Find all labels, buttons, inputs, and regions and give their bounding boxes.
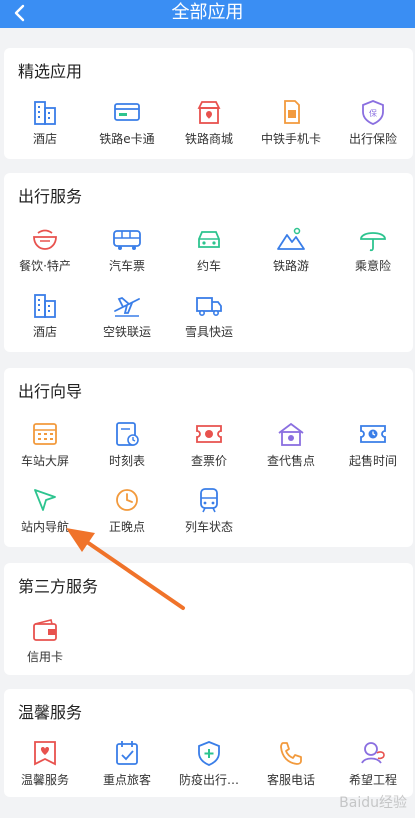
app-item-sim-card[interactable]: 中铁手机卡: [250, 98, 332, 152]
app-item-label: 防疫出行…: [178, 773, 239, 787]
app-item-delay-status[interactable]: 正晚点: [86, 486, 168, 540]
page-title: 全部应用: [171, 2, 244, 23]
section-title: 精选应用: [18, 62, 83, 81]
app-item-label: 铁路游: [272, 259, 309, 273]
section-title: 出行向导: [18, 382, 83, 401]
sale-time-icon: [357, 420, 389, 448]
app-item-label: 列车状态: [184, 520, 233, 534]
app-item-station-screen[interactable]: 车站大屏: [4, 420, 86, 474]
mountain-icon: [275, 225, 307, 253]
app-item-ski-delivery[interactable]: 雪具快运: [168, 291, 250, 345]
clock-icon: [111, 486, 143, 514]
timetable-icon: [111, 420, 143, 448]
shield-plus-icon: [193, 739, 225, 767]
shop-icon: [193, 98, 225, 126]
app-item-key-passenger[interactable]: 重点旅客: [86, 739, 168, 793]
truck-icon: [193, 291, 225, 319]
watermark: Baidu经验: [339, 795, 407, 811]
app-item-label: 中铁手机卡: [260, 132, 321, 146]
app-item-travel-insurance[interactable]: 乘意险: [332, 225, 414, 279]
sim-card-icon: [275, 98, 307, 126]
calendar-check-icon: [111, 739, 143, 767]
app-item-label: 酒店: [32, 132, 57, 146]
bus-icon: [111, 225, 143, 253]
app-item-credit-card[interactable]: 信用卡: [4, 616, 86, 670]
car-icon: [193, 225, 225, 253]
top-bar: 全部应用: [0, 0, 415, 28]
section-travel-services: 出行服务 餐饮·特产 汽车票 约车 铁路游 乘意险 酒店 空铁联运 雪具快运: [4, 173, 413, 352]
app-item-agency[interactable]: 查代售点: [250, 420, 332, 474]
ecard-icon: [111, 98, 143, 126]
hotel-icon: [29, 291, 61, 319]
app-item-label: 温馨服务: [20, 773, 69, 787]
app-item-ecard[interactable]: 铁路e卡通: [86, 98, 168, 152]
app-item-label: 雪具快运: [184, 325, 233, 339]
umbrella-icon: [357, 225, 389, 253]
app-item-hotel[interactable]: 酒店: [4, 98, 86, 152]
app-item-label: 餐饮·特产: [19, 259, 71, 273]
app-item-insurance[interactable]: 保 出行保险: [332, 98, 414, 152]
ticket-price-icon: [193, 420, 225, 448]
food-icon: [29, 225, 61, 253]
insurance-icon: 保: [357, 98, 389, 126]
app-item-label: 铁路商城: [184, 132, 233, 146]
app-item-car[interactable]: 约车: [168, 225, 250, 279]
section-warm-services: 温馨服务 温馨服务 重点旅客 防疫出行… 客服电话 希望工程: [4, 689, 413, 797]
phone-icon: [275, 739, 307, 767]
app-item-label: 查代售点: [266, 454, 315, 468]
screen-icon: [29, 420, 61, 448]
app-item-timetable[interactable]: 时刻表: [86, 420, 168, 474]
agency-icon: [275, 420, 307, 448]
section-travel-guide: 出行向导 车站大屏 时刻表 查票价 查代售点 起售时间 站内导航 正晚点 列车状…: [4, 368, 413, 547]
app-item-bus[interactable]: 汽车票: [86, 225, 168, 279]
train-icon: [193, 486, 225, 514]
app-item-label: 汽车票: [108, 259, 145, 273]
svg-text:保: 保: [369, 108, 377, 118]
app-item-label: 乘意险: [354, 259, 391, 273]
app-item-label: 希望工程: [348, 773, 397, 787]
app-item-food[interactable]: 餐饮·特产: [4, 225, 86, 279]
app-item-shop[interactable]: 铁路商城: [168, 98, 250, 152]
app-item-rail-tour[interactable]: 铁路游: [250, 225, 332, 279]
app-item-label: 重点旅客: [102, 773, 151, 787]
heart-icon: [29, 739, 61, 767]
app-item-train-status[interactable]: 列车状态: [168, 486, 250, 540]
app-item-label: 酒店: [32, 325, 57, 339]
app-item-label: 铁路e卡通: [99, 132, 155, 146]
section-title: 第三方服务: [18, 577, 99, 596]
app-item-label: 站内导航: [20, 520, 69, 534]
hope-icon: [357, 739, 389, 767]
section-featured-apps: 精选应用 酒店 铁路e卡通 铁路商城 中铁手机卡 保 出行保险: [4, 48, 413, 159]
app-item-air-rail[interactable]: 空铁联运: [86, 291, 168, 345]
app-item-label: 正晚点: [108, 520, 145, 534]
navigation-icon: [29, 486, 61, 514]
app-item-label: 车站大屏: [20, 454, 69, 468]
app-item-label: 出行保险: [348, 132, 397, 146]
app-item-label: 约车: [196, 259, 221, 273]
app-item-epidemic-travel[interactable]: 防疫出行…: [168, 739, 250, 793]
section-title: 温馨服务: [18, 703, 83, 722]
section-title: 出行服务: [18, 187, 83, 206]
app-item-warm-service[interactable]: 温馨服务: [4, 739, 86, 793]
app-item-label: 起售时间: [348, 454, 397, 468]
app-item-sale-time[interactable]: 起售时间: [332, 420, 414, 474]
app-item-hotel[interactable]: 酒店: [4, 291, 86, 345]
app-item-ticket-price[interactable]: 查票价: [168, 420, 250, 474]
app-item-label: 时刻表: [108, 454, 145, 468]
section-third-party: 第三方服务 信用卡: [4, 563, 413, 675]
app-item-label: 信用卡: [26, 650, 63, 664]
app-item-hope-project[interactable]: 希望工程: [332, 739, 414, 793]
app-item-service-phone[interactable]: 客服电话: [250, 739, 332, 793]
wallet-icon: [29, 616, 61, 644]
app-item-label: 客服电话: [266, 773, 315, 787]
hotel-icon: [29, 98, 61, 126]
app-item-station-navigation[interactable]: 站内导航: [4, 486, 86, 540]
app-item-label: 空铁联运: [102, 325, 151, 339]
app-item-label: 查票价: [190, 454, 227, 468]
plane-icon: [111, 291, 143, 319]
